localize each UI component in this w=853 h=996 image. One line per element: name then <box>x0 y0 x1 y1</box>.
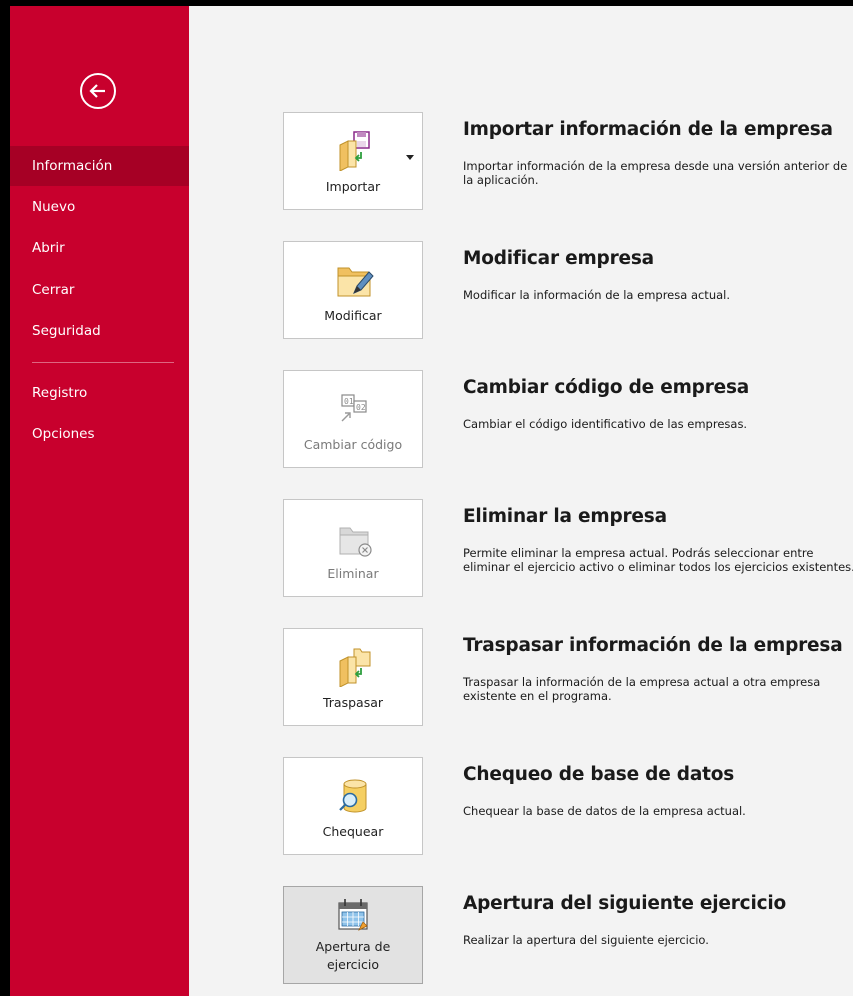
folder-delete-icon <box>339 527 372 557</box>
apertura-description: Realizar la apertura del siguiente ejerc… <box>463 933 709 947</box>
apertura-label-line1: Apertura de <box>315 939 391 954</box>
importar-description: Importar información de la empresa desde… <box>463 159 848 187</box>
nav-item-opciones[interactable]: Opciones <box>10 414 189 454</box>
svg-text:02: 02 <box>356 403 366 412</box>
chevron-down-icon[interactable] <box>406 155 414 160</box>
apertura-ejercicio-button[interactable]: Apertura de ejercicio <box>283 886 423 984</box>
nav-item-abrir[interactable]: Abrir <box>10 228 189 268</box>
cambiar-codigo-label: Cambiar código <box>303 437 403 452</box>
back-button[interactable] <box>80 73 116 109</box>
traspasar-title: Traspasar información de la empresa <box>463 635 843 656</box>
nav-item-cerrar[interactable]: Cerrar <box>10 270 189 310</box>
import-icon <box>339 131 370 171</box>
svg-text:01: 01 <box>344 397 354 406</box>
backstage-sidebar: Información Nuevo Abrir Cerrar Seguridad… <box>10 6 189 996</box>
importar-button[interactable]: Importar <box>283 112 423 210</box>
database-check-icon <box>339 779 367 813</box>
cambiar-codigo-button[interactable]: 01 02 Cambiar código <box>283 370 423 468</box>
apertura-label-line2: ejercicio <box>326 957 380 972</box>
nav-item-registro[interactable]: Registro <box>10 373 189 413</box>
chequear-label: Chequear <box>322 824 384 839</box>
eliminar-label: Eliminar <box>327 566 379 581</box>
traspasar-label: Traspasar <box>322 695 384 710</box>
transfer-icon <box>339 648 371 687</box>
nav-item-nuevo[interactable]: Nuevo <box>10 187 189 227</box>
traspasar-button[interactable]: Traspasar <box>283 628 423 726</box>
back-arrow-icon <box>89 84 105 98</box>
backstage-window: Información Nuevo Abrir Cerrar Seguridad… <box>10 6 853 996</box>
eliminar-button[interactable]: Eliminar <box>283 499 423 597</box>
importar-title: Importar información de la empresa <box>463 119 833 140</box>
modificar-button[interactable]: Modificar <box>283 241 423 339</box>
code-swap-icon: 01 02 <box>341 394 367 422</box>
nav-item-informacion[interactable]: Información <box>10 146 189 186</box>
traspasar-description: Traspasar la información de la empresa a… <box>463 675 821 703</box>
modificar-title: Modificar empresa <box>463 248 654 269</box>
nav-separator <box>32 362 174 363</box>
eliminar-description: Permite eliminar la empresa actual. Podr… <box>463 546 853 574</box>
apertura-title: Apertura del siguiente ejercicio <box>463 893 787 914</box>
calendar-icon <box>338 899 368 931</box>
modificar-description: Modificar la información de la empresa a… <box>463 288 731 302</box>
importar-label: Importar <box>325 179 381 194</box>
nav-item-seguridad[interactable]: Seguridad <box>10 311 189 351</box>
cambiar-codigo-description: Cambiar el código identificativo de las … <box>463 417 748 431</box>
modificar-label: Modificar <box>324 308 382 323</box>
eliminar-title: Eliminar la empresa <box>463 506 667 527</box>
chequear-description: Chequear la base de datos de la empresa … <box>463 804 746 818</box>
chequear-button[interactable]: Chequear <box>283 757 423 855</box>
cambiar-codigo-title: Cambiar código de empresa <box>463 377 750 398</box>
chequear-title: Chequeo de base de datos <box>463 764 735 785</box>
folder-edit-icon <box>337 267 374 297</box>
